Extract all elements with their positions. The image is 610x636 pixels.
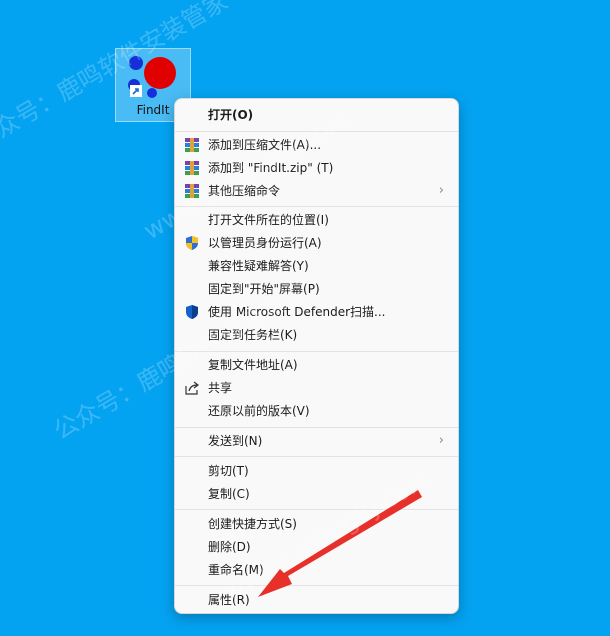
annotation-arrow-icon	[258, 490, 422, 597]
